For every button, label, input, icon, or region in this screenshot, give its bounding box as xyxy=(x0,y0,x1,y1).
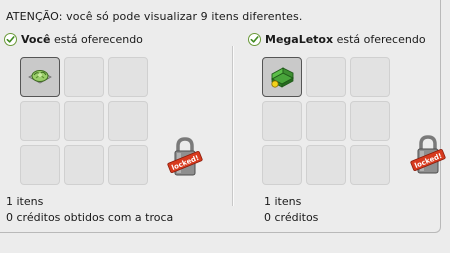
partner-credits: 0 créditos xyxy=(264,211,319,224)
offer-slot[interactable] xyxy=(108,145,148,185)
locked-padlock-icon: locked! xyxy=(167,137,203,176)
partner-item-count: 1 itens xyxy=(264,195,302,208)
offer-slot[interactable] xyxy=(262,57,302,97)
partner-offer-grid xyxy=(262,57,390,185)
offer-slot[interactable] xyxy=(350,101,390,141)
trade-window: ATENÇÃO: você só pode visualizar 9 itens… xyxy=(0,0,446,233)
offer-slot[interactable] xyxy=(306,101,346,141)
offer-slot[interactable] xyxy=(64,57,104,97)
panel-divider xyxy=(232,46,234,206)
offer-slot[interactable] xyxy=(262,145,302,185)
my-offer-header: Você está oferecendo xyxy=(4,33,143,46)
check-icon xyxy=(248,33,261,46)
offer-slot[interactable] xyxy=(20,145,60,185)
offer-slot[interactable] xyxy=(64,145,104,185)
partner-offer-header: MegaLetox está oferecendo xyxy=(248,33,426,46)
offer-slot[interactable] xyxy=(350,57,390,97)
offer-slot[interactable] xyxy=(64,101,104,141)
offer-slot[interactable] xyxy=(350,145,390,185)
my-offer-grid xyxy=(20,57,148,185)
item-limit-warning: ATENÇÃO: você só pode visualizar 9 itens… xyxy=(6,10,303,23)
green-sofa-icon xyxy=(271,67,294,88)
partner-offer-owner: MegaLetox xyxy=(265,33,334,46)
cabbage-plant-icon xyxy=(28,70,52,84)
offer-slot[interactable] xyxy=(306,145,346,185)
offer-slot[interactable] xyxy=(108,101,148,141)
my-credits: 0 créditos obtidos com a troca xyxy=(6,211,174,224)
offer-slot[interactable] xyxy=(262,101,302,141)
my-item-count: 1 itens xyxy=(6,195,44,208)
my-offer-panel: Você está oferecendo locked! 1 itens 0 c… xyxy=(4,30,219,230)
offer-slot[interactable] xyxy=(20,57,60,97)
locked-padlock-icon: locked! xyxy=(410,135,446,174)
my-offer-suffix: está oferecendo xyxy=(50,33,143,46)
my-offer-owner: Você xyxy=(21,33,51,46)
check-icon xyxy=(4,33,17,46)
offer-slot[interactable] xyxy=(20,101,60,141)
partner-offer-panel: MegaLetox está oferecendo locked! 1 iten… xyxy=(248,30,450,230)
offer-slot[interactable] xyxy=(306,57,346,97)
partner-offer-suffix: está oferecendo xyxy=(333,33,426,46)
offer-slot[interactable] xyxy=(108,57,148,97)
